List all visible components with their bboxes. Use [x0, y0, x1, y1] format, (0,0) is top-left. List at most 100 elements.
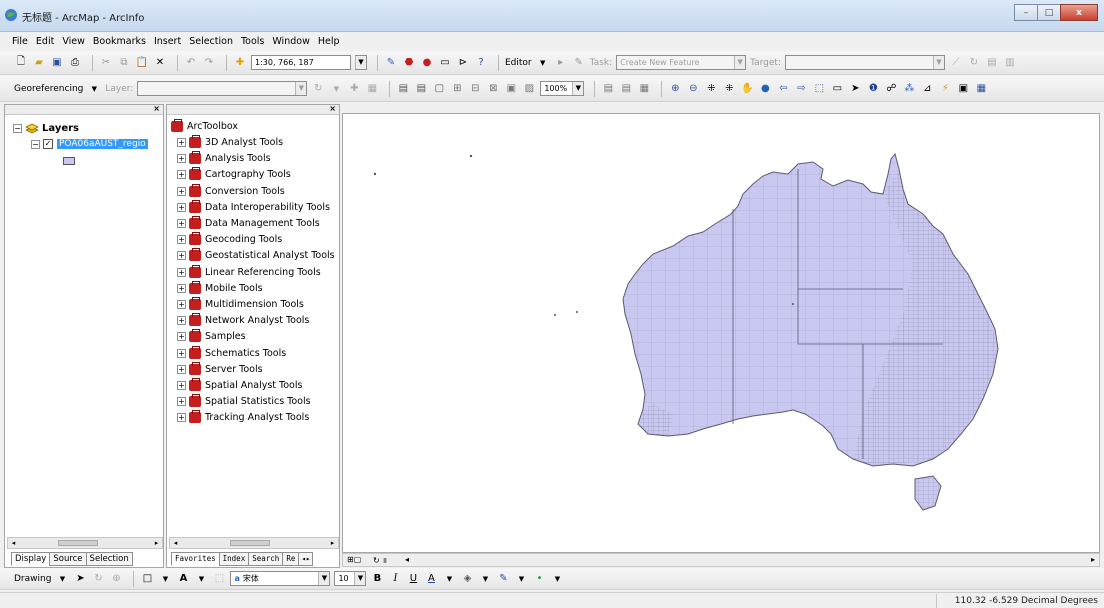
chevron-down-icon[interactable]: ▼ — [442, 572, 456, 586]
close-icon[interactable]: × — [153, 104, 160, 113]
minimize-button[interactable]: – — [1014, 4, 1038, 21]
toolbox-item-analysis-tools[interactable]: + Analysis Tools — [177, 151, 271, 165]
collapse-icon[interactable]: − — [13, 124, 22, 133]
edit-tool-icon[interactable]: ▸ — [554, 56, 568, 70]
scrollbar-thumb[interactable] — [230, 540, 270, 546]
chevron-down-icon[interactable]: ▼ — [158, 572, 172, 586]
menu-insert[interactable]: Insert — [154, 36, 181, 47]
attributes-icon[interactable]: ▤ — [985, 56, 999, 70]
australia-map[interactable] — [343, 114, 1100, 553]
collapse-icon[interactable]: − — [31, 139, 40, 149]
map-scale-combo[interactable]: 1:30, 766, 187 — [251, 55, 351, 70]
expand-icon[interactable]: + — [177, 300, 186, 309]
tab-search[interactable]: Search — [248, 552, 284, 566]
identify-icon[interactable]: ❶ — [866, 82, 880, 96]
tab-index[interactable]: Index — [218, 552, 250, 566]
change-layout-icon[interactable]: ▦ — [637, 82, 651, 96]
toggle-draft-icon[interactable]: ▤ — [601, 82, 615, 96]
layout-page-icon[interactable]: ▤ — [414, 82, 428, 96]
toc-horizontal-scrollbar[interactable]: ◂ ▸ — [7, 537, 163, 549]
scroll-right-icon[interactable]: ▸ — [151, 538, 162, 548]
font-name-combo[interactable]: a 宋体 ▼ — [230, 571, 331, 586]
mainland-polygon[interactable] — [622, 152, 999, 467]
bold-button[interactable]: B — [370, 572, 384, 586]
chevron-down-icon[interactable]: ▼ — [329, 82, 343, 96]
select-elements-icon[interactable]: ➤ — [73, 572, 87, 586]
toolbox-item-spatial-statistics-tools[interactable]: + Spatial Statistics Tools — [177, 394, 311, 408]
delete-icon[interactable]: ✕ — [153, 56, 167, 70]
chevron-down-icon[interactable]: ▼ — [194, 572, 208, 586]
pan-hand-icon[interactable]: ✋ — [740, 82, 754, 96]
maximize-button[interactable]: □ — [1037, 4, 1061, 21]
toolbox-item-data-management-tools[interactable]: + Data Management Tools — [177, 216, 320, 229]
rotate-tool-icon[interactable]: ↻ — [967, 56, 981, 70]
chevron-down-icon[interactable]: ▼ — [536, 56, 550, 70]
layout-zoom-combo[interactable]: 100% ▼ — [540, 81, 585, 96]
arccatalog-icon[interactable]: ● — [420, 56, 434, 70]
menu-view[interactable]: View — [62, 36, 85, 47]
tab-results[interactable]: Re — [282, 552, 300, 566]
scroll-left-icon[interactable]: ◂ — [8, 538, 19, 548]
toolbox-item-geostatistical-analyst-tools[interactable]: + Geostatistical Analyst Tools — [177, 248, 335, 262]
expand-icon[interactable]: + — [177, 332, 186, 342]
toolbox-item-conversion-tools[interactable]: + Conversion Tools — [177, 183, 285, 197]
clear-selection-icon[interactable]: ▭ — [830, 82, 844, 96]
toolbox-item-samples[interactable]: + Samples — [177, 329, 246, 343]
expand-icon[interactable]: + — [177, 235, 186, 245]
layer-visibility-checkbox[interactable]: ✓ — [43, 139, 53, 149]
split-tool-icon[interactable]: ⟋ — [949, 56, 963, 70]
line-color-icon[interactable]: ✎ — [496, 572, 510, 586]
expand-icon[interactable]: + — [177, 202, 186, 212]
zoom-to-selected-icon[interactable]: ⊕ — [109, 572, 123, 586]
new-document-icon[interactable]: 🗋 — [14, 56, 28, 70]
paste-icon[interactable]: 📋 — [135, 56, 149, 70]
drawing-menu[interactable]: Drawing — [14, 574, 51, 584]
expand-icon[interactable]: + — [177, 154, 186, 164]
menu-bookmarks[interactable]: Bookmarks — [93, 36, 146, 47]
expand-icon[interactable]: + — [177, 283, 186, 293]
menu-selection[interactable]: Selection — [189, 36, 233, 47]
expand-icon[interactable]: + — [177, 219, 186, 228]
add-control-points-icon[interactable]: ✚ — [347, 82, 361, 96]
target-combo[interactable]: ▼ — [785, 55, 945, 70]
select-features-icon[interactable]: ⬚ — [812, 82, 826, 96]
scroll-right-icon[interactable]: ▸ — [1091, 555, 1095, 564]
expand-icon[interactable]: + — [177, 170, 186, 180]
expand-icon[interactable]: + — [177, 364, 186, 374]
chevron-down-icon[interactable]: ▼ — [514, 572, 528, 586]
time-slider-icon[interactable]: ▦ — [974, 82, 988, 96]
scroll-left-icon[interactable]: ◂ — [405, 555, 409, 564]
scroll-right-icon[interactable]: ▸ — [327, 538, 338, 548]
html-popup-icon[interactable]: ▣ — [956, 82, 970, 96]
toolbox-item-geocoding-tools[interactable]: + Geocoding Tools — [177, 232, 282, 246]
scroll-left-icon[interactable]: ◂ — [170, 538, 181, 548]
menu-file[interactable]: File — [12, 36, 28, 47]
toc-layer-row[interactable]: − ✓ POA06aAUST_regio — [31, 139, 148, 149]
rotate-icon[interactable]: ↻ — [311, 82, 325, 96]
expand-icon[interactable]: + — [177, 186, 186, 196]
zoom-in-icon[interactable]: ⊕ — [668, 82, 682, 96]
zoom-whole-page-icon[interactable]: ⊠ — [486, 82, 500, 96]
command-line-icon[interactable]: ▭ — [438, 56, 452, 70]
refresh-icon[interactable]: ↻ ॥ — [373, 555, 387, 566]
zoom-out-icon[interactable]: ⊖ — [686, 82, 700, 96]
chevron-down-icon[interactable]: ▼ — [478, 572, 492, 586]
expand-icon[interactable]: + — [177, 316, 186, 326]
redo-icon[interactable]: ↷ — [202, 56, 216, 70]
copy-icon[interactable]: ⧉ — [117, 56, 131, 70]
fixed-zoom-in-icon[interactable]: ⁜ — [704, 82, 718, 96]
zoom-100-icon[interactable]: ▣ — [504, 82, 518, 96]
expand-icon[interactable]: + — [177, 381, 186, 390]
full-extent-globe-icon[interactable]: ● — [758, 82, 772, 96]
menu-tools[interactable]: Tools — [241, 36, 264, 47]
model-builder-icon[interactable]: ⊳ — [456, 56, 470, 70]
fixed-zoom-out-icon[interactable]: ⁜ — [722, 82, 736, 96]
font-color-icon[interactable]: A — [424, 572, 438, 586]
toolbox-item-data-interoperability-tools[interactable]: + Data Interoperability Tools — [177, 199, 330, 213]
edit-vertices-icon[interactable]: ⬚ — [212, 572, 226, 586]
toolbox-item-linear-referencing-tools[interactable]: + Linear Referencing Tools — [177, 264, 321, 278]
rectangle-icon[interactable]: □ — [140, 572, 154, 586]
find-binoculars-icon[interactable]: ☍ — [884, 82, 898, 96]
tab-display[interactable]: Display — [11, 552, 51, 566]
text-tool-icon[interactable]: A — [176, 572, 190, 586]
